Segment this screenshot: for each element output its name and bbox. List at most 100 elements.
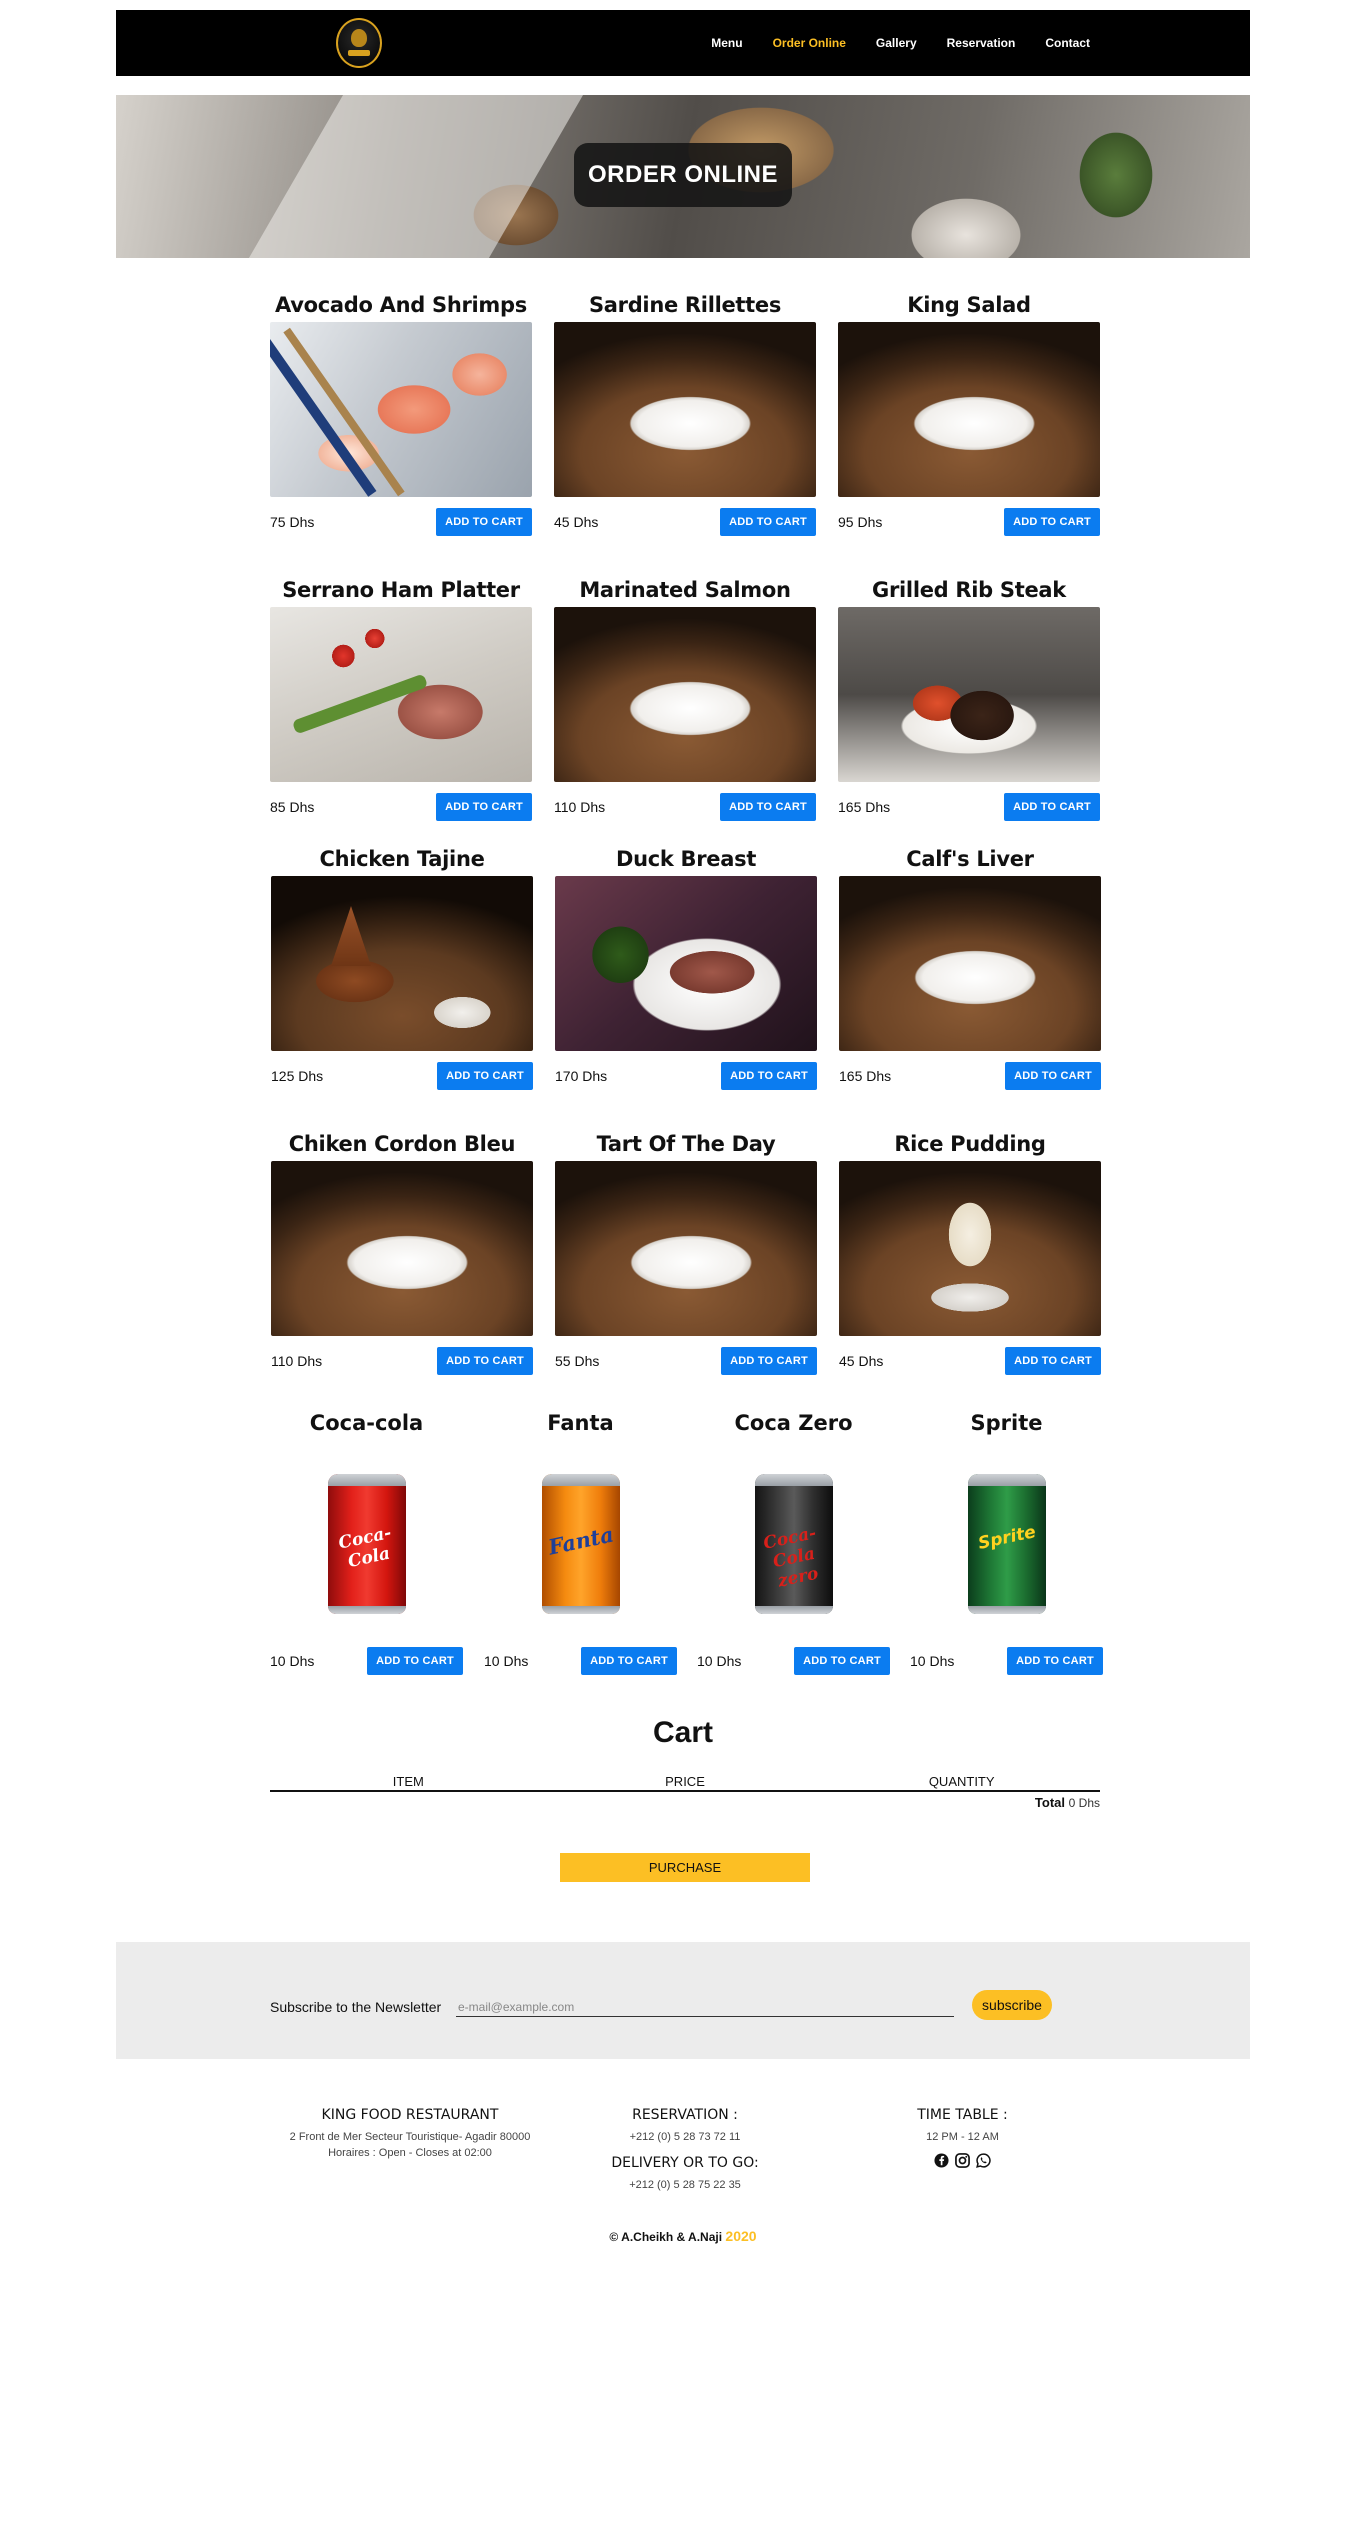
cart-total-value: 0 Dhs [1068, 1796, 1100, 1810]
product-name: Marinated Salmon [579, 578, 791, 602]
sprite-can-image: Sprite [967, 1474, 1046, 1614]
product-price: 45 Dhs [839, 1353, 884, 1369]
nav-reservation[interactable]: Reservation [947, 36, 1016, 50]
product-image [270, 607, 532, 782]
cart-header: ITEM PRICE QUANTITY [270, 1774, 1100, 1792]
add-to-cart-button[interactable]: ADD TO CART [720, 508, 816, 536]
product-price: 95 Dhs [838, 514, 883, 530]
product-image [271, 1161, 533, 1336]
add-to-cart-button[interactable]: ADD TO CART [1004, 508, 1100, 536]
facebook-icon[interactable] [934, 2153, 949, 2168]
product-price: 110 Dhs [271, 1353, 323, 1369]
footer-restaurant: KING FOOD RESTAURANT 2 Front de Mer Sect… [270, 2107, 550, 2161]
newsletter-email-input[interactable] [456, 1997, 954, 2017]
product-card: Tart Of The Day 55 Dhs ADD TO CART [555, 1129, 817, 1375]
add-to-cart-button[interactable]: ADD TO CART [436, 508, 532, 536]
drink-price: 10 Dhs [697, 1653, 742, 1669]
product-name: Chicken Tajine [319, 847, 485, 871]
newsletter-section: Subscribe to the Newsletter subscribe [116, 1942, 1250, 2059]
nav-menu[interactable]: Menu [711, 36, 742, 50]
coca-zero-can-image: Coca-Cola zero [754, 1474, 833, 1614]
footer-timetable-heading: TIME TABLE : [917, 2107, 1008, 2123]
drink-price: 10 Dhs [484, 1653, 529, 1669]
whatsapp-icon[interactable] [976, 2153, 991, 2168]
product-card: Serrano Ham Platter 85 Dhs ADD TO CART [270, 575, 532, 821]
add-to-cart-button[interactable]: ADD TO CART [581, 1647, 677, 1675]
cart-total: Total 0 Dhs [270, 1795, 1100, 1810]
drink-name: Sprite [970, 1411, 1043, 1435]
newsletter-label: Subscribe to the Newsletter [270, 1999, 442, 2015]
social-links [870, 2153, 1055, 2168]
footer-reservation-heading: RESERVATION : [632, 2107, 738, 2123]
product-card: Duck Breast 170 Dhs ADD TO CART [555, 844, 817, 1090]
add-to-cart-button[interactable]: ADD TO CART [367, 1647, 463, 1675]
king-food-logo[interactable] [336, 18, 382, 68]
can-label: Sprite [975, 1522, 1038, 1554]
drink-card: Coca Zero Coca-Cola zero 10 Dhs ADD TO CA… [697, 1408, 890, 1675]
product-name: Serrano Ham Platter [282, 578, 520, 602]
product-price: 45 Dhs [554, 514, 599, 530]
cart-col-price: PRICE [665, 1774, 705, 1789]
drink-card: Fanta Fanta 10 Dhs ADD TO CART [484, 1408, 677, 1675]
drink-card: Sprite Sprite 10 Dhs ADD TO CART [910, 1408, 1103, 1675]
drink-name: Coca Zero [734, 1411, 853, 1435]
product-image [838, 607, 1100, 782]
can-label: Fanta [545, 1521, 616, 1560]
product-name: Tart Of The Day [596, 1132, 776, 1156]
add-to-cart-button[interactable]: ADD TO CART [1004, 793, 1100, 821]
fanta-can-image: Fanta [541, 1474, 620, 1614]
add-to-cart-button[interactable]: ADD TO CART [1005, 1062, 1101, 1090]
footer-timetable-hours: 12 PM - 12 AM [926, 2131, 999, 2143]
nav-gallery[interactable]: Gallery [876, 36, 917, 50]
add-to-cart-button[interactable]: ADD TO CART [437, 1062, 533, 1090]
product-image [555, 876, 817, 1051]
nav-order-online[interactable]: Order Online [773, 36, 846, 50]
product-image [838, 322, 1100, 497]
drink-name: Fanta [547, 1411, 614, 1435]
nav-links: Menu Order Online Gallery Reservation Co… [711, 10, 1090, 76]
product-price: 55 Dhs [555, 1353, 600, 1369]
footer-reservation-phone: +212 (0) 5 28 73 72 11 [629, 2131, 741, 2143]
add-to-cart-button[interactable]: ADD TO CART [720, 793, 816, 821]
product-price: 125 Dhs [271, 1068, 324, 1084]
product-price: 85 Dhs [270, 799, 315, 815]
product-image [555, 1161, 817, 1336]
product-name: Chiken Cordon Bleu [288, 1132, 516, 1156]
add-to-cart-button[interactable]: ADD TO CART [721, 1347, 817, 1375]
add-to-cart-button[interactable]: ADD TO CART [436, 793, 532, 821]
hero-banner: ORDER ONLINE [116, 95, 1250, 258]
footer-reservation: RESERVATION : +212 (0) 5 28 73 72 11 DEL… [585, 2107, 785, 2193]
copyright-text: © A.Cheikh & A.Naji [609, 2230, 723, 2244]
add-to-cart-button[interactable]: ADD TO CART [1005, 1347, 1101, 1375]
copyright: © A.Cheikh & A.Naji 2020 [0, 2228, 1366, 2244]
cart-total-label: Total [1034, 1795, 1066, 1810]
add-to-cart-button[interactable]: ADD TO CART [794, 1647, 890, 1675]
product-card: Rice Pudding 45 Dhs ADD TO CART [839, 1129, 1101, 1375]
product-image [839, 876, 1101, 1051]
purchase-button[interactable]: PURCHASE [560, 1853, 810, 1882]
subscribe-button[interactable]: subscribe [972, 1990, 1052, 2020]
product-price: 110 Dhs [554, 799, 606, 815]
add-to-cart-button[interactable]: ADD TO CART [721, 1062, 817, 1090]
product-name: Sardine Rillettes [588, 293, 782, 317]
product-card: Grilled Rib Steak 165 Dhs ADD TO CART [838, 575, 1100, 821]
page-title: ORDER ONLINE [574, 143, 792, 207]
instagram-icon[interactable] [955, 2153, 970, 2168]
drink-price: 10 Dhs [270, 1653, 315, 1669]
drink-price: 10 Dhs [910, 1653, 955, 1669]
navbar: Menu Order Online Gallery Reservation Co… [116, 10, 1250, 76]
nav-contact[interactable]: Contact [1045, 36, 1090, 50]
coca-cola-can-image: Coca-Cola [327, 1474, 406, 1614]
product-name: Grilled Rib Steak [872, 578, 1066, 602]
product-image [271, 876, 533, 1051]
product-name: Avocado And Shrimps [275, 293, 527, 317]
add-to-cart-button[interactable]: ADD TO CART [1007, 1647, 1103, 1675]
copyright-year: 2020 [725, 2228, 757, 2244]
add-to-cart-button[interactable]: ADD TO CART [437, 1347, 533, 1375]
footer-delivery-phone: +212 (0) 5 28 75 22 35 [629, 2179, 741, 2191]
can-label: Coca-Cola zero [761, 1523, 820, 1592]
product-image [839, 1161, 1101, 1336]
product-card: Chicken Tajine 125 Dhs ADD TO CART [271, 844, 533, 1090]
product-image [270, 322, 532, 497]
footer-timetable: TIME TABLE : 12 PM - 12 AM [870, 2107, 1055, 2168]
